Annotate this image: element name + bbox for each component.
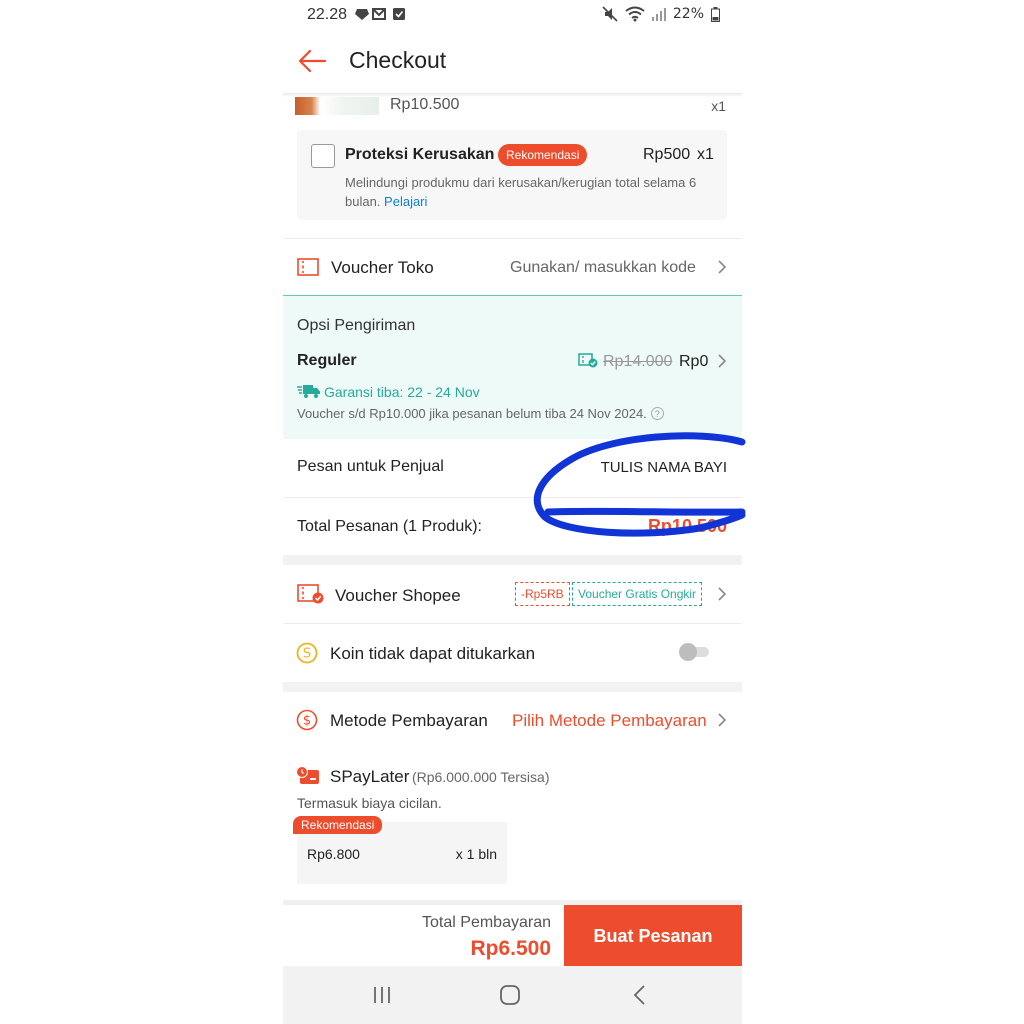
- coin-toggle[interactable]: [679, 643, 711, 661]
- status-right: 22%: [602, 6, 720, 22]
- shipping-original-price: Rp14.000: [603, 353, 673, 370]
- system-nav-bar: [283, 966, 742, 1024]
- home-icon[interactable]: [495, 982, 525, 1008]
- spaylater-limit: (Rp6.000.000 Tersisa): [412, 769, 550, 785]
- ticket-icon: [297, 258, 319, 276]
- seller-note-input[interactable]: TULIS NAMA BAYI: [601, 459, 727, 476]
- shipping-options[interactable]: Opsi Pengiriman Reguler Rp14.000 Rp0 Gar…: [283, 295, 742, 439]
- voucher-toko-label: Voucher Toko: [331, 258, 434, 277]
- coin-label: Koin tidak dapat ditukarkan: [330, 644, 536, 663]
- checkout-screen: 22.28 22% Checkout Rp10.500 x1 Proteksi …: [283, 0, 742, 1024]
- ticket-icon: [297, 584, 324, 604]
- truck-icon: [297, 385, 320, 398]
- learn-more-link[interactable]: Pelajari: [384, 194, 427, 209]
- product-price: Rp10.500: [390, 96, 460, 113]
- installment-amount: Rp6.800: [307, 846, 360, 862]
- chevron-right-icon: [718, 587, 727, 601]
- arrow-left-icon[interactable]: [297, 46, 327, 76]
- divider: [283, 623, 742, 624]
- payment-method-action[interactable]: Pilih Metode Pembayaran: [512, 711, 707, 731]
- protection-qty: x1: [697, 146, 714, 163]
- section-gap: [283, 682, 742, 692]
- toggle-knob: [679, 643, 697, 661]
- recent-apps-icon[interactable]: [367, 982, 397, 1008]
- protection-checkbox[interactable]: [311, 144, 335, 168]
- installment-tenor: x 1 bln: [455, 846, 497, 862]
- svg-text:S: S: [303, 647, 311, 662]
- status-bar: 22.28 22%: [283, 0, 742, 30]
- wifi-icon: [625, 6, 645, 22]
- seller-note-row[interactable]: Pesan untuk Penjual TULIS NAMA BAYI: [283, 439, 742, 497]
- battery-icon: [711, 6, 720, 22]
- help-icon[interactable]: ?: [650, 407, 664, 420]
- product-qty: x1: [711, 98, 726, 114]
- payment-method-row[interactable]: $ Metode Pembayaran Pilih Metode Pembaya…: [283, 692, 742, 748]
- chevron-right-icon: [718, 260, 727, 274]
- shipping-method: Reguler: [297, 352, 357, 369]
- checkout-bar: Total Pembayaran Rp6.500 Buat Pesanan: [283, 904, 742, 967]
- voucher-shopee-row[interactable]: Voucher Shopee -Rp5RB Voucher Gratis Ong…: [283, 565, 742, 623]
- spaylater-title: SPayLater: [330, 767, 410, 786]
- shipping-voucher-text: Voucher s/d Rp10.000 jika pesanan belum …: [297, 406, 647, 421]
- seller-note-label: Pesan untuk Penjual: [297, 458, 444, 475]
- protection-card: Proteksi Kerusakan + Rekomendasi Rp500 x…: [297, 130, 727, 220]
- voucher-toko-action[interactable]: Gunakan/ masukkan kode: [510, 259, 696, 277]
- payment-method-label: Metode Pembayaran: [330, 711, 488, 730]
- protection-description: Melindungi produkmu dari kerusakan/kerug…: [345, 173, 717, 211]
- header-shadow: [283, 93, 742, 97]
- app-header: Checkout: [283, 30, 742, 94]
- dollar-circle-icon: $: [296, 709, 318, 731]
- status-time: 22.28: [307, 6, 348, 23]
- discount-voucher-badge: -Rp5RB: [515, 582, 570, 606]
- notification-icons: [355, 7, 411, 24]
- spaylater-icon: [296, 766, 319, 784]
- protection-price: Rp500: [643, 146, 691, 163]
- mute-icon: [602, 6, 618, 22]
- shipping-voucher-note: Voucher s/d Rp10.000 jika pesanan belum …: [297, 406, 664, 421]
- order-total-row: Total Pesanan (1 Produk): Rp10.500: [283, 497, 742, 555]
- total-payment-label: Total Pembayaran: [422, 914, 551, 931]
- order-total-label: Total Pesanan (1 Produk):: [297, 518, 482, 535]
- notification-icons-glyphs: [355, 8, 405, 20]
- shipping-guarantee: Garansi tiba: 22 - 24 Nov: [324, 384, 480, 400]
- protection-title: Proteksi Kerusakan +: [345, 146, 509, 163]
- shipping-voucher-icon: [578, 353, 598, 368]
- free-shipping-voucher-badge: Voucher Gratis Ongkir: [572, 582, 703, 606]
- page-title: Checkout: [349, 47, 447, 73]
- battery-text: 22%: [672, 6, 704, 22]
- recommendation-badge: Rekomendasi: [498, 144, 588, 166]
- chevron-right-icon: [718, 713, 727, 727]
- signal-icon: [651, 8, 666, 21]
- chevron-right-icon: [718, 354, 727, 368]
- svg-text:$: $: [303, 714, 311, 729]
- back-nav-icon[interactable]: [625, 982, 655, 1008]
- voucher-toko-row[interactable]: Voucher Toko Gunakan/ masukkan kode: [283, 239, 742, 295]
- spaylater-note: Termasuk biaya cicilan.: [297, 795, 442, 811]
- shipping-title: Opsi Pengiriman: [297, 317, 416, 334]
- total-payment-value: Rp6.500: [470, 937, 551, 960]
- coin-icon: S: [296, 642, 318, 664]
- place-order-button[interactable]: Buat Pesanan: [564, 905, 742, 967]
- voucher-shopee-label: Voucher Shopee: [335, 586, 461, 605]
- section-gap: [283, 555, 742, 565]
- shipping-price: Rp0: [679, 353, 709, 370]
- installment-recommendation-tag: Rekomendasi: [293, 816, 383, 834]
- order-total-value: Rp10.500: [647, 516, 727, 536]
